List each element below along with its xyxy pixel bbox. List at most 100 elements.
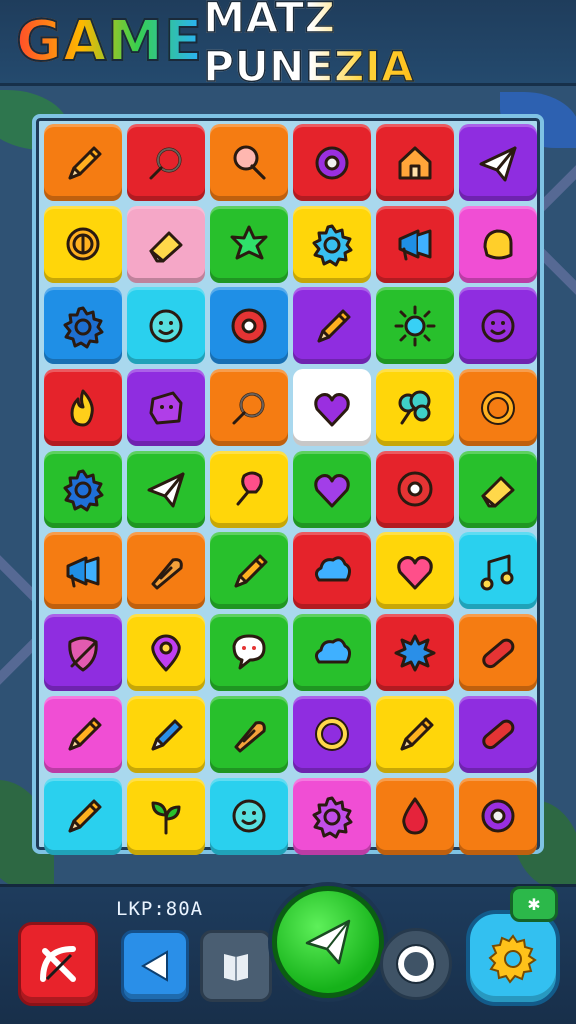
- flower-icon: [231, 308, 267, 344]
- house-icon: [398, 146, 432, 179]
- play-button[interactable]: [272, 886, 384, 998]
- gear-icon: [488, 934, 537, 984]
- tile-r3-c6[interactable]: [459, 287, 537, 365]
- tile-r8-c4[interactable]: [293, 695, 371, 773]
- ring-icon: [481, 390, 515, 425]
- tile-r1-c4[interactable]: [293, 124, 371, 201]
- tile-r3-c3[interactable]: [210, 287, 288, 365]
- tile-r7-c5[interactable]: [376, 614, 454, 692]
- tile-r4-c4[interactable]: [293, 369, 371, 447]
- tile-r8-c6[interactable]: [459, 695, 537, 773]
- heart-icon: [314, 474, 350, 508]
- tile-r2-c6[interactable]: [459, 205, 537, 283]
- cloud-icon: [314, 637, 352, 664]
- pencil-icon: [68, 717, 102, 751]
- tile-r4-c5[interactable]: [376, 369, 454, 447]
- tile-r9-c6[interactable]: [459, 777, 537, 855]
- splat-icon: [394, 634, 436, 672]
- hand-icon: [483, 229, 513, 260]
- tile-r1-c5[interactable]: [376, 124, 454, 201]
- tile-r6-c6[interactable]: [459, 532, 537, 610]
- book-icon: [224, 954, 248, 981]
- tile-r6-c5[interactable]: [376, 532, 454, 610]
- shuttlecock-icon: [151, 558, 183, 590]
- tile-r5-c4[interactable]: [293, 450, 371, 528]
- game-board: [32, 114, 544, 855]
- tile-r9-c5[interactable]: [376, 777, 454, 855]
- tile-r2-c4[interactable]: [293, 205, 371, 283]
- heart-icon: [314, 392, 350, 427]
- back-button[interactable]: [121, 930, 189, 1002]
- tile-r7-c2[interactable]: [127, 614, 205, 692]
- gear-icon: [312, 796, 353, 839]
- ice-cream-icon: [233, 145, 266, 179]
- tile-r4-c1[interactable]: [44, 369, 122, 447]
- tile-r5-c2[interactable]: [127, 450, 205, 528]
- magnifier-icon: [149, 147, 182, 179]
- wildcard-button[interactable]: [18, 922, 98, 1006]
- tile-r5-c5[interactable]: [376, 450, 454, 528]
- tile-r2-c1[interactable]: [44, 205, 122, 283]
- tile-r7-c6[interactable]: [459, 614, 537, 692]
- pencil-icon: [68, 799, 102, 833]
- cloud-icon: [314, 556, 352, 582]
- tile-r6-c2[interactable]: [127, 532, 205, 610]
- flower-icon: [397, 471, 433, 507]
- tile-r1-c6[interactable]: [459, 124, 537, 201]
- tile-r6-c1[interactable]: [44, 532, 122, 610]
- tile-grid: [44, 124, 537, 855]
- tile-r7-c3[interactable]: [210, 614, 288, 692]
- tile-r5-c3[interactable]: [210, 450, 288, 528]
- star-splat-icon: [230, 225, 268, 260]
- book-button[interactable]: [200, 930, 272, 1002]
- paper-plane-icon: [479, 146, 517, 181]
- tile-r7-c1[interactable]: [44, 614, 122, 692]
- tile-r2-c3[interactable]: [210, 205, 288, 283]
- smiley-icon: [481, 309, 515, 343]
- tile-r4-c3[interactable]: [210, 369, 288, 447]
- marker-icon: [151, 719, 183, 751]
- megaphone-icon: [398, 229, 432, 261]
- left-triangle-icon: [141, 950, 168, 982]
- tile-r9-c3[interactable]: [210, 777, 288, 855]
- tile-r8-c1[interactable]: [44, 695, 122, 773]
- game-subtitle: MATZ PUNEZIA: [203, 0, 560, 91]
- donut-icon: [315, 146, 349, 179]
- bonus-badge[interactable]: ✱: [510, 886, 558, 922]
- tile-r3-c2[interactable]: [127, 287, 205, 365]
- popsicle-icon: [236, 471, 263, 506]
- tile-r2-c2[interactable]: [127, 205, 205, 283]
- tile-r9-c4[interactable]: [293, 777, 371, 855]
- paper-plane-icon: [305, 919, 351, 965]
- tile-r1-c1[interactable]: [44, 124, 122, 201]
- settings-button[interactable]: [466, 910, 560, 1006]
- tile-r3-c5[interactable]: [376, 287, 454, 365]
- tile-r3-c1[interactable]: [44, 287, 122, 365]
- tile-r8-c5[interactable]: [376, 695, 454, 773]
- ring-icon: [315, 717, 349, 752]
- smiley-icon: [232, 799, 266, 833]
- donut-icon: [481, 799, 515, 833]
- smiley-icon: [149, 309, 183, 343]
- tile-r5-c1[interactable]: [44, 450, 122, 528]
- tile-r2-c5[interactable]: [376, 205, 454, 283]
- tile-r4-c6[interactable]: [459, 369, 537, 447]
- tile-r5-c6[interactable]: [459, 450, 537, 528]
- tile-r8-c3[interactable]: [210, 695, 288, 773]
- tile-r4-c2[interactable]: [127, 369, 205, 447]
- tile-r1-c2[interactable]: [127, 124, 205, 201]
- tile-r9-c1[interactable]: [44, 777, 122, 855]
- tile-r9-c2[interactable]: [127, 777, 205, 855]
- speech-bubble-icon: [232, 634, 266, 670]
- tree-icon: [398, 390, 431, 425]
- ring-icon: [396, 944, 436, 984]
- tile-r3-c4[interactable]: [293, 287, 371, 365]
- paper-plane-icon: [147, 472, 185, 508]
- ring-button[interactable]: [380, 928, 452, 1000]
- tile-r8-c2[interactable]: [127, 695, 205, 773]
- tile-r6-c4[interactable]: [293, 532, 371, 610]
- music-note-icon: [480, 554, 514, 591]
- tile-r6-c3[interactable]: [210, 532, 288, 610]
- tile-r1-c3[interactable]: [210, 124, 288, 201]
- tile-r7-c4[interactable]: [293, 614, 371, 692]
